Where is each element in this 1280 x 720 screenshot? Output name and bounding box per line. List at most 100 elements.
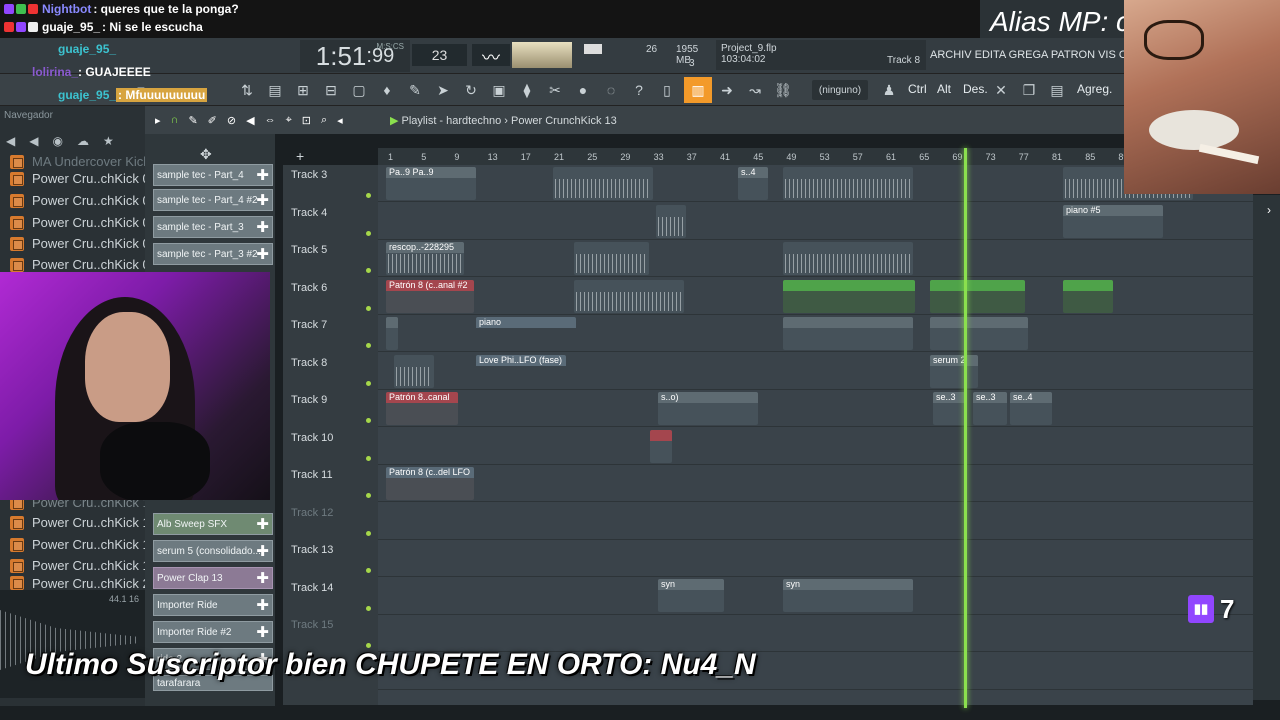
browser-item[interactable]: Power Cru..chKick 03 [10,212,157,233]
track-name[interactable]: Track 9 [291,394,327,406]
track-enable-dot[interactable] [366,418,371,423]
channel-button[interactable]: sample tec - Part_4 #2 ✚ [153,189,273,211]
track-enable-dot[interactable] [366,305,371,311]
tool-icon[interactable]: ➤ [432,79,454,101]
pattern-clip[interactable]: Patrón 8 (c..anal #2 [386,280,474,313]
track-enable-dot[interactable] [366,455,371,461]
window-icon[interactable]: ▯ [656,79,678,101]
channel-button[interactable]: serum 5 (consolidado... ✚ [153,540,273,562]
track-enable-dot[interactable] [366,230,371,236]
tool-icon[interactable]: ▢ [348,79,370,101]
track-name[interactable]: Track 7 [291,319,327,331]
audio-clip[interactable]: rescop..-228295 [386,242,464,275]
pattern-clip[interactable] [650,430,672,463]
play-arrow-icon[interactable]: ▸ [155,114,161,127]
track-row[interactable] [378,615,1253,652]
speaker-icon[interactable]: ◂ [337,114,343,127]
pattern-clip[interactable]: piano #5 [1063,205,1163,238]
pattern-clip[interactable]: se..3 [933,392,967,425]
track-name[interactable]: Track 14 [291,582,333,594]
track-row[interactable] [378,465,1253,502]
playlist-grid[interactable]: Pa..9 Pa..9 s..4 piano #5 rescop..-22829… [378,165,1253,705]
tool-icon[interactable]: ⇅ [236,79,258,101]
channel-button[interactable]: Importer Ride ✚ [153,594,273,616]
channel-button[interactable]: sample tec - Part_3 #2 ✚ [153,243,273,265]
timeline-ruler[interactable]: 1 5 9 13 17 21 25 29 33 37 41 45 49 53 57 61 65 69 73 77 81 8… [378,148,1253,165]
pattern-clip[interactable]: syn [658,579,724,612]
zoom-icon[interactable]: ⊡ [302,114,311,127]
browser-item[interactable]: Power Cru..chKick 04 [10,233,157,254]
tool-icon[interactable]: ⊟ [320,79,342,101]
stamp-icon[interactable]: ♟ [878,79,900,101]
magnet-icon[interactable]: ∩ [171,114,179,127]
snap-select[interactable]: (ninguno) [812,80,868,100]
copy-icon[interactable]: ❐ [1018,79,1040,101]
track-row[interactable] [378,503,1253,540]
channel-button[interactable]: sample tec - Part_4 ✚ [153,164,273,186]
add-track-icon[interactable]: + [296,148,304,164]
track-name[interactable]: Track 13 [291,544,333,556]
slip-icon[interactable]: ⇔ [265,114,276,127]
audio-clip[interactable] [783,167,913,200]
pattern-clip[interactable]: Patrón 8 (c..del LFO [386,467,474,500]
track-enable-dot[interactable] [366,193,371,198]
channel-button[interactable]: sample tec - Part_3 ✚ [153,216,273,238]
track-name[interactable]: Track 12 [291,507,333,519]
help-icon[interactable]: ? [628,79,650,101]
delete-icon[interactable]: ⊘ [227,114,236,127]
pattern-clip[interactable] [930,317,1028,350]
pattern-clip[interactable]: syn [783,579,913,612]
current-pattern[interactable]: Power CrunchKick 13 [511,115,617,127]
scissors-icon[interactable]: ✂ [544,79,566,101]
browser-item[interactable]: Power Cru..chKick 02 [10,190,157,211]
pattern-clip[interactable]: piano [476,317,576,350]
pattern-clip[interactable] [1063,280,1113,313]
cut-icon[interactable]: ✕ [990,79,1012,101]
pattern-clip[interactable] [930,280,1025,313]
track-enable-dot[interactable] [366,605,371,611]
mic-icon[interactable]: ● [572,79,594,101]
piano-roll-icon[interactable]: ▥ [684,77,712,103]
tempo-display[interactable]: 23 [412,44,467,66]
tool-icon[interactable]: ♦ [376,79,398,101]
pattern-clip[interactable]: Patrón 8..canal [386,392,458,425]
track-name[interactable]: Track 15 [291,619,333,631]
search-icon[interactable]: ⌕ [321,114,327,127]
pencil-icon[interactable]: ✎ [188,114,197,127]
browser-item[interactable]: Power Cru..chKick 17 [10,512,157,533]
ctrl-button[interactable]: Ctrl [908,82,927,96]
pattern-clip[interactable]: se..3 [973,392,1007,425]
pattern-clip[interactable]: s..o) [658,392,758,425]
audio-clip[interactable] [574,242,649,275]
browser-item[interactable]: Power Cru..chKick 01 [10,168,157,189]
waveform-icon[interactable]: 〰 [472,44,510,68]
track-enable-dot[interactable] [366,530,371,536]
pattern-clip[interactable]: Pa..9 Pa..9 [386,167,476,200]
pattern-clip[interactable]: serum 2 [930,355,978,388]
tool-icon[interactable]: ▤ [264,79,286,101]
track-enable-dot[interactable] [366,343,371,348]
track-name[interactable]: Track 10 [291,432,333,444]
tool-icon[interactable]: ↝ [744,79,766,101]
tool-icon[interactable]: ⊞ [292,79,314,101]
pattern-clip[interactable] [386,317,398,350]
add-button[interactable]: Agreg. [1077,82,1112,96]
track-enable-dot[interactable] [366,380,371,386]
mute-icon[interactable]: ◀ [246,114,254,127]
main-menu[interactable]: ARCHIV EDITA GREGA PATRON VIS OPCIONES [930,42,1130,68]
browser-item[interactable]: Power Cru..chKick 18 [10,534,157,555]
track-row[interactable] [378,390,1253,427]
channel-button[interactable]: Alb Sweep SFX ✚ [153,513,273,535]
audio-clip[interactable] [394,355,434,388]
track-name[interactable]: Track 4 [291,207,327,219]
tool-icon[interactable]: ⧫ [516,79,538,101]
save-icon[interactable]: ▣ [488,79,510,101]
pattern-clip[interactable] [783,317,913,350]
audio-clip[interactable] [574,280,684,313]
master-volume-meter[interactable] [512,42,572,68]
vertical-scrollbar[interactable]: › [1253,195,1280,700]
move-icon[interactable]: ✥ [200,146,212,163]
track-row[interactable] [378,540,1253,577]
track-enable-dot[interactable] [366,268,371,273]
brush-icon[interactable]: ✐ [208,114,217,127]
